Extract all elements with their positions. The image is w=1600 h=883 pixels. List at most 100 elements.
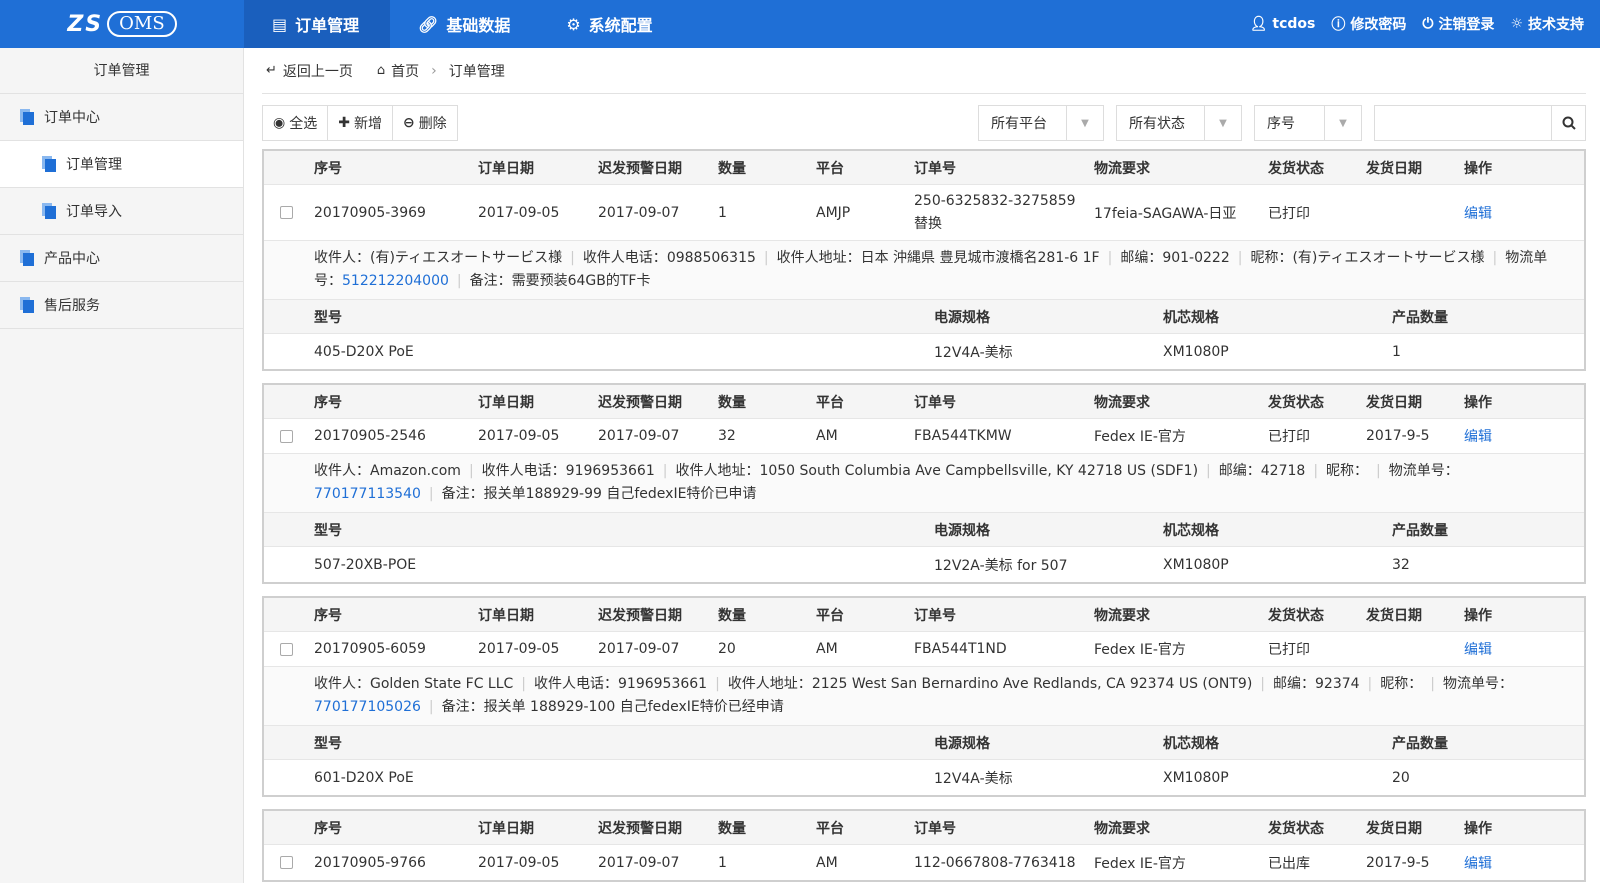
logo-oms: OMS [107, 11, 177, 37]
select-all-button[interactable]: ◉ 全选 [263, 106, 329, 140]
filters: 所有平台 ▼ 所有状态 ▼ 序号 ▼ [966, 105, 1586, 141]
search-icon [1562, 116, 1576, 130]
order-header-row: 序号 订单日期 迟发预警日期 数量 平台 订单号 物流要求 发货状态 发货日期 … [264, 385, 1584, 419]
col-op: 操作 [1464, 607, 1492, 624]
home-label: 首页 [391, 63, 420, 80]
target-icon: ◉ [273, 115, 286, 131]
document-icon [20, 109, 34, 125]
change-password-link[interactable]: ⓘ 修改密码 [1331, 14, 1406, 34]
nav-base-data[interactable]: 🔗︎ 基础数据 [390, 0, 538, 48]
order-seq: 20170905-2546 [314, 428, 426, 444]
product-model: 405-D20X PoE [314, 343, 414, 360]
sun-icon: ☼ [1510, 16, 1523, 32]
breadcrumb: ↵ 返回上一页 ⌂ 首页 › 订单管理 [262, 48, 1586, 94]
col-ship-date: 发货日期 [1366, 820, 1422, 837]
edit-link[interactable]: 编辑 [1464, 639, 1544, 659]
user-link[interactable]: 👤︎ tcdos [1250, 16, 1316, 32]
search-button[interactable] [1551, 106, 1585, 140]
search-input[interactable] [1375, 106, 1551, 140]
col-shipping: 物流要求 [1094, 160, 1150, 177]
col-warn: 迟发预警日期 [598, 160, 682, 177]
row-checkbox[interactable] [279, 642, 293, 656]
order-row: 20170905-9766 2017-09-05 2017-09-07 1 AM… [264, 845, 1584, 880]
sidebar-item-order-management[interactable]: 订单管理 [0, 141, 243, 188]
nav-order-management[interactable]: ▤ 订单管理 [244, 0, 390, 48]
row-checkbox[interactable] [279, 429, 293, 443]
breadcrumb-separator: › [431, 62, 437, 79]
col-seq: 序号 [314, 160, 342, 177]
col-qty: 数量 [718, 820, 746, 837]
edit-link[interactable]: 编辑 [1464, 203, 1544, 223]
sidebar-item-label: 产品中心 [44, 251, 100, 267]
order-number: 250-6325832-3275859 替换 [914, 192, 1076, 232]
tracking-number-link[interactable]: 770177113540 [314, 486, 421, 502]
order-seq: 20170905-3969 [314, 204, 426, 221]
gear-icon: ⚙ [566, 14, 581, 34]
product-row: 601-D20X PoE 12V4A-美标 XM1080P 20 [264, 760, 1584, 795]
breadcrumb-current: 订单管理 [448, 63, 505, 80]
col-date: 订单日期 [478, 607, 534, 624]
order-qty: 32 [718, 428, 736, 444]
order-date: 2017-09-05 [478, 854, 560, 871]
sidebar-item-after-sales[interactable]: 售后服务 [0, 282, 243, 329]
sidebar-item-order-import[interactable]: 订单导入 [0, 188, 243, 235]
order-header-row: 序号 订单日期 迟发预警日期 数量 平台 订单号 物流要求 发货状态 发货日期 … [264, 811, 1584, 845]
order-warn-date: 2017-09-07 [598, 204, 680, 221]
logo-zs: ZS [67, 11, 104, 37]
col-platform: 平台 [816, 394, 844, 411]
edit-link[interactable]: 编辑 [1464, 853, 1544, 873]
sidebar-item-product-center[interactable]: 产品中心 [0, 235, 243, 282]
recipient: (有)ティエスオートサービス様 [370, 250, 563, 266]
back-link[interactable]: ↵ 返回上一页 [266, 61, 353, 81]
status-select[interactable]: 所有状态 ▼ [1116, 105, 1242, 141]
sidebar-item-order-center[interactable]: 订单中心 [0, 94, 243, 141]
row-checkbox[interactable] [279, 856, 293, 869]
info-icon: ⓘ [1331, 17, 1346, 33]
recipient-phone: 0988506315 [666, 250, 756, 266]
platform-select[interactable]: 所有平台 ▼ [978, 105, 1104, 141]
recipient-address: 日本 沖縄県 豊見城市渡橋名281-6 1F [860, 250, 1100, 266]
home-link[interactable]: ⌂ 首页 [377, 61, 419, 81]
tracking-number-link[interactable]: 512212204000 [342, 273, 449, 289]
order-list: 序号 订单日期 迟发预警日期 数量 平台 订单号 物流要求 发货状态 发货日期 … [262, 149, 1586, 883]
zip-code: 42718 [1260, 463, 1306, 479]
col-power: 电源规格 [934, 309, 990, 326]
order-ship-status: 已出库 [1268, 855, 1310, 872]
app-logo[interactable]: ZS OMS [0, 0, 244, 48]
add-button[interactable]: ✚ 新增 [328, 106, 393, 140]
sort-select[interactable]: 序号 ▼ [1254, 105, 1362, 141]
col-order-no: 订单号 [914, 820, 956, 837]
edit-link[interactable]: 编辑 [1464, 426, 1544, 446]
col-platform: 平台 [816, 820, 844, 837]
col-shipping: 物流要求 [1094, 607, 1150, 624]
top-nav: ▤ 订单管理 🔗︎ 基础数据 ⚙ 系统配置 [244, 0, 681, 48]
order-header-row: 序号 订单日期 迟发预警日期 数量 平台 订单号 物流要求 发货状态 发货日期 … [264, 598, 1584, 632]
nav-system-config[interactable]: ⚙ 系统配置 [538, 0, 680, 48]
tracking-number-link[interactable]: 770177105026 [314, 699, 421, 715]
col-seq: 序号 [314, 607, 342, 624]
toolbar: ◉ 全选 ✚ 新增 ⊖ 删除 所有平台 ▼ 所有状态 ▼ 序号 ▼ [262, 94, 1586, 148]
order-date: 2017-09-05 [478, 428, 560, 444]
col-order-no: 订单号 [914, 607, 956, 624]
order-warn-date: 2017-09-07 [598, 854, 680, 871]
power-icon: ⏻ [1422, 16, 1434, 32]
order-note: 报关单 188929-100 自己fedexIE特价已经申请 [483, 699, 784, 715]
col-warn: 迟发预警日期 [598, 820, 682, 837]
order-warn-date: 2017-09-07 [598, 428, 680, 444]
col-shipping: 物流要求 [1094, 820, 1150, 837]
col-model: 型号 [314, 735, 342, 752]
delete-button[interactable]: ⊖ 删除 [392, 106, 457, 140]
action-buttons: ◉ 全选 ✚ 新增 ⊖ 删除 [262, 105, 458, 141]
logout-link[interactable]: ⏻ 注销登录 [1422, 14, 1494, 34]
row-checkbox[interactable] [279, 206, 293, 219]
support-link[interactable]: ☼ 技术支持 [1510, 14, 1584, 34]
col-prod-qty: 产品数量 [1392, 309, 1448, 326]
sidebar: 订单管理 订单中心 订单管理 订单导入 产品中心 售后服务 [0, 48, 244, 883]
platform-value: 所有平台 [979, 106, 1067, 140]
document-icon [42, 203, 56, 219]
product-qty: 20 [1392, 769, 1410, 786]
nav-label: 订单管理 [295, 16, 360, 35]
col-model: 型号 [314, 522, 342, 539]
col-seq: 序号 [314, 394, 342, 411]
sidebar-item-label: 订单导入 [66, 204, 122, 220]
